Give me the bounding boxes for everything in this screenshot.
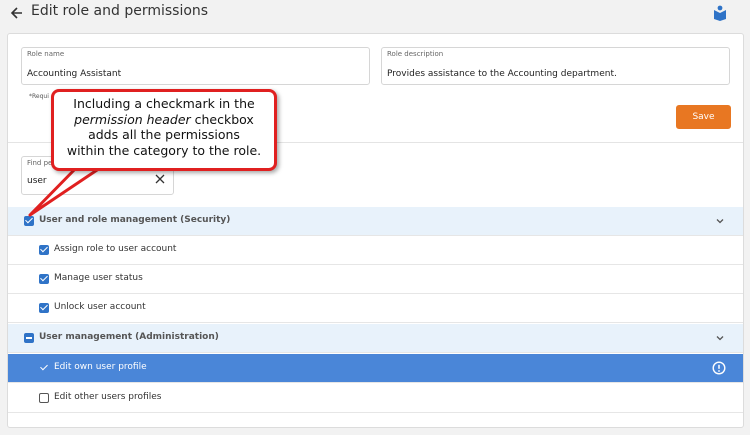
permission-checkbox[interactable]	[39, 303, 49, 313]
page-title: Edit role and permissions	[31, 3, 209, 19]
alert-circle-icon[interactable]	[712, 361, 726, 375]
role-name-label: Role name	[27, 50, 65, 58]
arrow-left-icon[interactable]	[10, 6, 24, 20]
permission-checkbox[interactable]	[39, 245, 49, 255]
permission-row[interactable]: Unlock user account	[8, 294, 743, 323]
permission-checkbox[interactable]	[39, 274, 49, 284]
callout-annotation: Including a checkmark in the permission …	[51, 89, 277, 171]
group-label-administration: User management (Administration)	[39, 332, 219, 342]
top-bar: Edit role and permissions	[0, 0, 750, 28]
role-description-label: Role description	[387, 50, 444, 58]
permission-label: Manage user status	[54, 273, 143, 283]
save-button[interactable]: Save	[676, 105, 731, 129]
callout-line-3: adds all the permissions	[88, 127, 240, 142]
book-help-icon[interactable]	[713, 5, 727, 21]
permission-checkbox[interactable]	[39, 363, 49, 373]
role-description-field[interactable]: Role description Provides assistance to …	[381, 47, 730, 85]
callout-line-4: within the category to the role.	[66, 142, 262, 158]
permission-row[interactable]: Assign role to user account	[8, 236, 743, 265]
permission-label: Unlock user account	[54, 302, 146, 312]
permission-label: Edit own user profile	[54, 362, 147, 372]
chevron-down-icon[interactable]	[715, 216, 725, 226]
close-icon[interactable]	[155, 174, 165, 184]
callout-italic-text: permission header	[74, 111, 191, 127]
permission-group-administration[interactable]: User management (Administration)	[8, 324, 743, 353]
group-checkbox-administration[interactable]	[24, 333, 34, 343]
callout-line-2-rest: checkbox	[190, 111, 254, 127]
permission-label: Assign role to user account	[54, 244, 177, 254]
permission-row[interactable]: Manage user status	[8, 265, 743, 294]
role-name-field[interactable]: Role name Accounting Assistant	[21, 47, 370, 85]
chevron-down-icon[interactable]	[715, 333, 725, 343]
permission-checkbox[interactable]	[39, 393, 49, 403]
callout-line-1: Including a checkmark in the	[73, 96, 255, 111]
permission-label: Edit other users profiles	[54, 392, 162, 402]
permission-row[interactable]: Edit other users profiles	[8, 384, 743, 413]
permission-group-security[interactable]: User and role management (Security)	[8, 207, 743, 236]
callout-line-2: permission header checkbox	[54, 112, 274, 128]
role-name-value[interactable]: Accounting Assistant	[27, 69, 121, 79]
required-note: *Requi	[29, 93, 49, 100]
role-description-value[interactable]: Provides assistance to the Accounting de…	[387, 69, 617, 79]
permission-row-selected[interactable]: Edit own user profile	[8, 354, 743, 383]
